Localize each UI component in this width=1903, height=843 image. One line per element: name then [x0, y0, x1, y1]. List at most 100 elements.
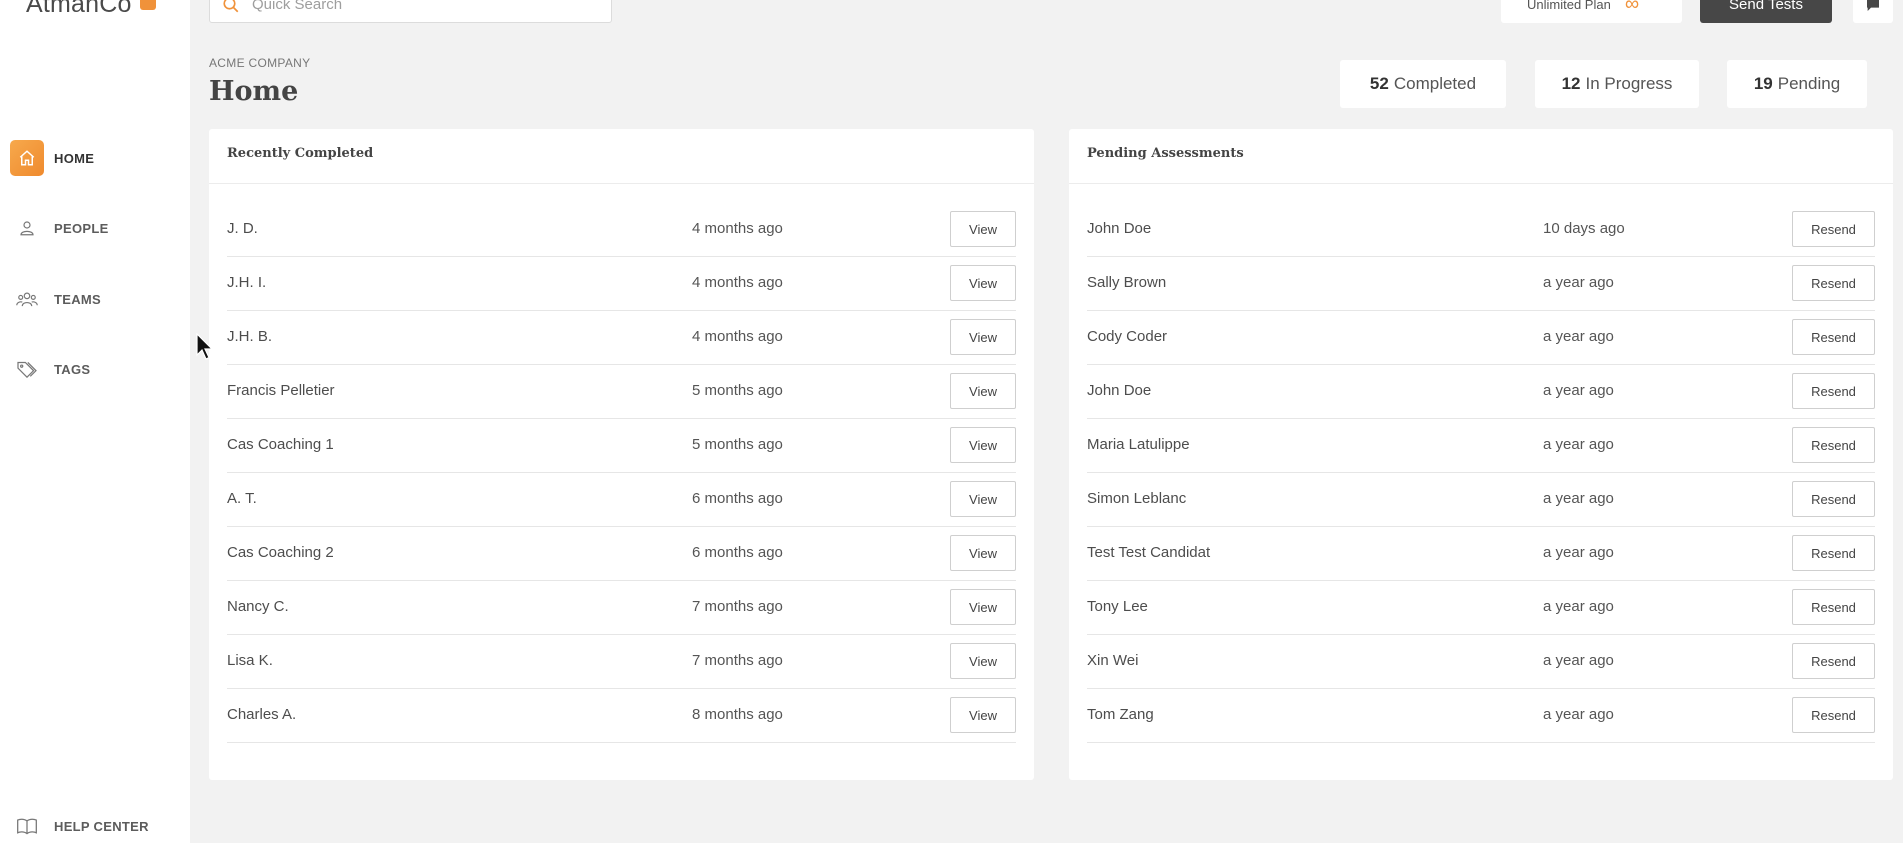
sent-time: a year ago	[1543, 328, 1614, 345]
logo[interactable]: AtmanCo	[26, 0, 132, 19]
stat-completed-count: 52	[1369, 74, 1389, 93]
pending-assessments-card: Pending Assessments John Doe 10 days ago R…	[1069, 129, 1893, 780]
home-icon	[10, 140, 44, 176]
person-icon	[10, 210, 44, 246]
list-item: John Doe a year ago Resend	[1087, 365, 1875, 419]
nav-item-people[interactable]: PEOPLE	[10, 210, 109, 246]
list-item: J.H. I. 4 months ago View	[227, 257, 1016, 311]
mouse-cursor-icon	[196, 333, 214, 360]
stat-in-progress-label: In Progress	[1585, 74, 1673, 93]
person-name: Cas Coaching 2	[227, 544, 334, 561]
person-name: J. D.	[227, 220, 258, 237]
view-button[interactable]: View	[950, 319, 1016, 355]
sent-time: a year ago	[1543, 652, 1614, 669]
person-name: J.H. I.	[227, 274, 267, 291]
view-button[interactable]: View	[950, 697, 1016, 733]
card-title: Recently Completed	[227, 146, 374, 161]
resend-button[interactable]: Resend	[1792, 265, 1875, 301]
completed-time: 7 months ago	[692, 652, 783, 669]
completed-time: 8 months ago	[692, 706, 783, 723]
sent-time: a year ago	[1543, 490, 1614, 507]
view-button[interactable]: View	[950, 211, 1016, 247]
stat-in-progress-count: 12	[1561, 74, 1581, 93]
sent-time: a year ago	[1543, 436, 1614, 453]
completed-time: 5 months ago	[692, 436, 783, 453]
chat-button[interactable]	[1853, 0, 1893, 23]
list-item: Cas Coaching 1 5 months ago View	[227, 419, 1016, 473]
nav-label-teams: TEAMS	[54, 291, 101, 307]
person-name: A. T.	[227, 490, 257, 507]
sent-time: a year ago	[1543, 598, 1614, 615]
person-name: Tony Lee	[1087, 598, 1148, 615]
completed-time: 4 months ago	[692, 220, 783, 237]
company-name: ACME COMPANY	[209, 56, 311, 70]
send-tests-button[interactable]: Send Tests	[1700, 0, 1832, 23]
view-button[interactable]: View	[950, 643, 1016, 679]
nav-item-teams[interactable]: TEAMS	[10, 281, 101, 317]
completed-time: 5 months ago	[692, 382, 783, 399]
stat-in-progress[interactable]: 12 In Progress	[1535, 60, 1699, 108]
person-name: Simon Leblanc	[1087, 490, 1187, 507]
list-item: J.H. B. 4 months ago View	[227, 311, 1016, 365]
stat-pending-count: 19	[1753, 74, 1773, 93]
person-name: J.H. B.	[227, 328, 273, 345]
resend-button[interactable]: Resend	[1792, 319, 1875, 355]
list-item: Charles A. 8 months ago View	[227, 689, 1016, 743]
view-button[interactable]: View	[950, 589, 1016, 625]
sent-time: a year ago	[1543, 706, 1614, 723]
sent-time: a year ago	[1543, 274, 1614, 291]
resend-button[interactable]: Resend	[1792, 427, 1875, 463]
list-item: Lisa K. 7 months ago View	[227, 635, 1016, 689]
resend-button[interactable]: Resend	[1792, 697, 1875, 733]
book-icon	[10, 808, 44, 843]
view-button[interactable]: View	[950, 535, 1016, 571]
stat-pending[interactable]: 19 Pending	[1727, 60, 1867, 108]
person-name: Lisa K.	[227, 652, 273, 669]
team-icon	[10, 281, 44, 317]
person-name: Nancy C.	[227, 598, 289, 615]
nav-label-tags: TAGS	[54, 361, 91, 377]
list-item: Cody Coder a year ago Resend	[1087, 311, 1875, 365]
completed-time: 6 months ago	[692, 490, 783, 507]
list-item: Sally Brown a year ago Resend	[1087, 257, 1875, 311]
stat-pending-label: Pending	[1777, 74, 1841, 93]
recently-completed-card: Recently Completed J. D. 4 months ago View…	[209, 129, 1034, 780]
nav-item-help-center[interactable]: HELP CENTER	[10, 808, 149, 843]
resend-button[interactable]: Resend	[1792, 643, 1875, 679]
nav-label-people: PEOPLE	[54, 220, 109, 236]
plan-label: Unlimited Plan	[1527, 0, 1611, 12]
view-button[interactable]: View	[950, 265, 1016, 301]
resend-button[interactable]: Resend	[1792, 481, 1875, 517]
view-button[interactable]: View	[950, 427, 1016, 463]
plan-badge[interactable]: Unlimited Plan ∞	[1501, 0, 1682, 23]
resend-button[interactable]: Resend	[1792, 211, 1875, 247]
page-title: Home	[209, 76, 299, 107]
stat-completed[interactable]: 52 Completed	[1340, 60, 1506, 108]
resend-button[interactable]: Resend	[1792, 535, 1875, 571]
logo-badge-icon	[140, 0, 156, 10]
list-item: Test Test Candidat a year ago Resend	[1087, 527, 1875, 581]
completed-time: 7 months ago	[692, 598, 783, 615]
list-item: Simon Leblanc a year ago Resend	[1087, 473, 1875, 527]
nav-item-tags[interactable]: TAGS	[10, 351, 90, 387]
list-item: Tom Zang a year ago Resend	[1087, 689, 1875, 743]
sent-time: a year ago	[1543, 544, 1614, 561]
resend-button[interactable]: Resend	[1792, 589, 1875, 625]
person-name: Sally Brown	[1087, 274, 1167, 291]
nav-label-help-center: HELP CENTER	[54, 818, 149, 834]
sent-time: a year ago	[1543, 382, 1614, 399]
chat-icon	[1867, 0, 1879, 11]
card-title: Pending Assessments	[1087, 146, 1244, 161]
list-item: Nancy C. 7 months ago View	[227, 581, 1016, 635]
tag-icon	[10, 351, 44, 387]
resend-button[interactable]: Resend	[1792, 373, 1875, 409]
nav-item-home[interactable]: HOME	[10, 140, 94, 176]
search-icon	[223, 0, 239, 12]
search-input[interactable]	[252, 0, 592, 13]
list-item: Cas Coaching 2 6 months ago View	[227, 527, 1016, 581]
nav-label-home: HOME	[54, 150, 95, 166]
view-button[interactable]: View	[950, 373, 1016, 409]
person-name: Francis Pelletier	[227, 382, 335, 399]
view-button[interactable]: View	[950, 481, 1016, 517]
quick-search[interactable]	[209, 0, 612, 23]
